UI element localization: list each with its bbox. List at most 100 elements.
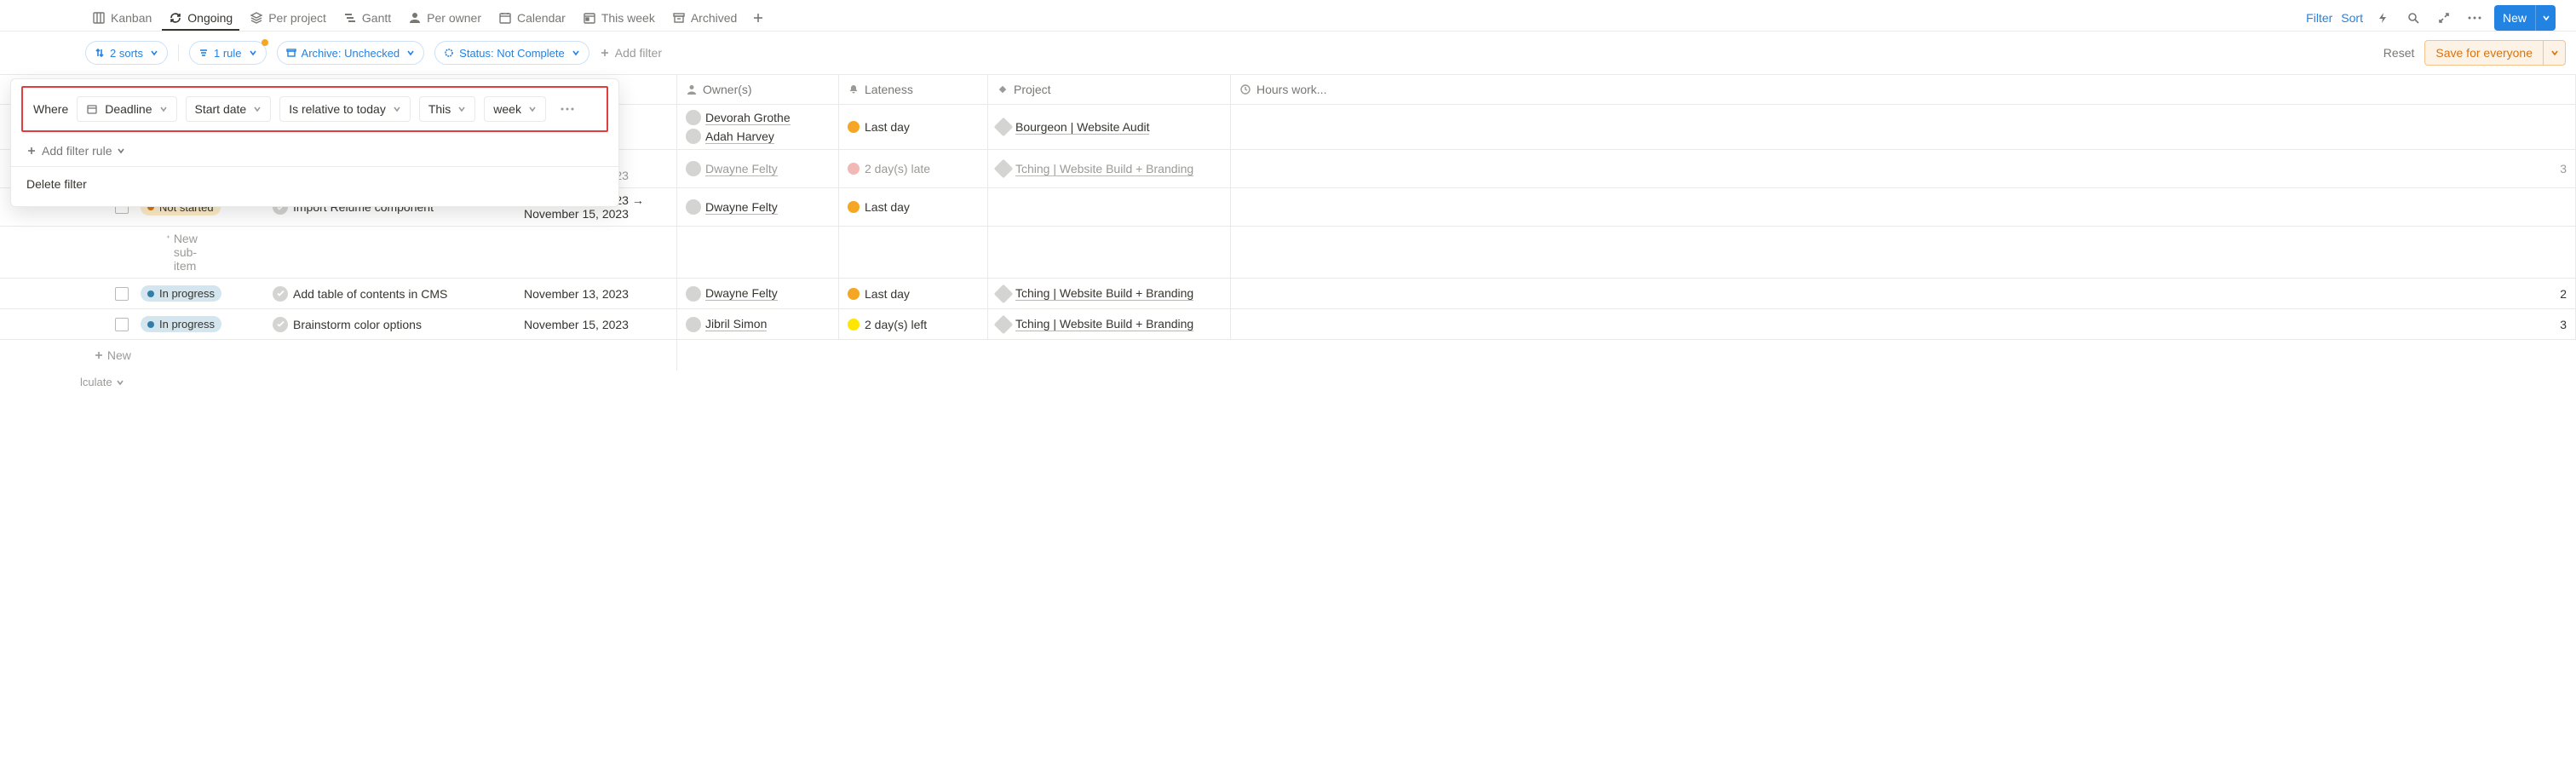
hours-cell[interactable] xyxy=(1231,105,2576,149)
view-tab-label: This week xyxy=(601,11,655,25)
more-icon[interactable] xyxy=(2464,7,2486,29)
lateness-cell[interactable]: Last day xyxy=(839,188,988,226)
lateness-cell[interactable]: 2 day(s) late xyxy=(839,150,988,187)
row-checkbox[interactable] xyxy=(115,287,129,301)
owner-cell[interactable]: Dwayne Felty xyxy=(677,188,839,226)
sort-link[interactable]: Sort xyxy=(2341,11,2363,25)
owner-name: Dwayne Felty xyxy=(705,286,778,301)
filter-field-select[interactable]: Deadline xyxy=(77,96,176,122)
project-cell[interactable]: Bourgeon | Website Audit xyxy=(988,105,1231,149)
new-sub-item-row[interactable]: New sub-item xyxy=(0,227,2576,279)
view-tab-per-owner[interactable]: Per owner xyxy=(401,6,488,30)
view-tab-this-week[interactable]: This week xyxy=(576,6,662,30)
footer-calculate[interactable]: lculate xyxy=(0,371,2576,394)
lateness-cell[interactable]: Last day xyxy=(839,279,988,308)
archive-pill[interactable]: Archive: Unchecked xyxy=(277,41,425,65)
rule-pill[interactable]: 1 rule xyxy=(189,41,267,65)
table-row[interactable]: In progress Brainstorm color options Nov… xyxy=(0,309,2576,340)
search-icon[interactable] xyxy=(2402,7,2424,29)
hours-cell[interactable] xyxy=(1231,188,2576,226)
project-chip[interactable]: Bourgeon | Website Audit xyxy=(997,120,1149,135)
status-pill[interactable]: Status: Not Complete xyxy=(434,41,589,65)
hours-cell[interactable]: 3 xyxy=(1231,309,2576,339)
owner-cell[interactable]: Devorah Grothe Adah Harvey xyxy=(677,105,839,149)
status-label: Status: Not Complete xyxy=(459,47,565,60)
owner-chip[interactable]: Dwayne Felty xyxy=(686,161,778,176)
hours-cell[interactable]: 3 xyxy=(1231,150,2576,187)
chevron-down-icon xyxy=(393,105,401,113)
owner-cell[interactable]: Jibril Simon xyxy=(677,309,839,339)
project-cell[interactable] xyxy=(988,188,1231,226)
view-tab-per-project[interactable]: Per project xyxy=(243,6,333,30)
sorts-pill[interactable]: 2 sorts xyxy=(85,41,168,65)
filter-value2-label: week xyxy=(493,102,521,116)
filter-subfield-select[interactable]: Start date xyxy=(186,96,272,122)
row-checkbox[interactable] xyxy=(115,318,129,331)
view-tab-calendar[interactable]: Calendar xyxy=(492,6,572,30)
owner-cell[interactable]: Dwayne Felty xyxy=(677,279,839,308)
deadline-cell[interactable]: November 15, 2023 xyxy=(524,318,668,331)
where-label: Where xyxy=(33,102,68,116)
lateness-cell[interactable]: 2 day(s) left xyxy=(839,309,988,339)
task-title[interactable]: Brainstorm color options xyxy=(293,318,422,331)
task-title[interactable]: Add table of contents in CMS xyxy=(293,287,447,301)
project-cell[interactable]: Tching | Website Build + Branding xyxy=(988,279,1231,308)
status-tag[interactable]: In progress xyxy=(141,285,221,302)
header-label: Project xyxy=(1014,83,1051,96)
header-lateness[interactable]: Lateness xyxy=(839,75,988,104)
filter-rule-more-button[interactable] xyxy=(555,96,580,122)
owner-chip[interactable]: Devorah Grothe xyxy=(686,110,791,125)
lateness-text: 2 day(s) late xyxy=(865,162,930,175)
owner-cell[interactable]: Dwayne Felty xyxy=(677,150,839,187)
deadline-cell[interactable]: November 13, 2023 xyxy=(524,287,668,301)
filter-operator-select[interactable]: Is relative to today xyxy=(279,96,411,122)
view-tab-gantt[interactable]: Gantt xyxy=(336,6,398,30)
view-tab-archived[interactable]: Archived xyxy=(665,6,744,30)
owner-chip[interactable]: Jibril Simon xyxy=(686,317,767,332)
filter-value1-select[interactable]: This xyxy=(419,96,475,122)
new-button[interactable]: New xyxy=(2494,5,2556,31)
project-chip[interactable]: Tching | Website Build + Branding xyxy=(997,162,1193,176)
add-view-button[interactable] xyxy=(747,7,769,29)
filter-link[interactable]: Filter xyxy=(2306,11,2332,25)
header-project[interactable]: Project xyxy=(988,75,1231,104)
lightning-icon[interactable] xyxy=(2372,7,2394,29)
reset-button[interactable]: Reset xyxy=(2383,46,2415,60)
save-dropdown[interactable] xyxy=(2543,41,2565,65)
table-row[interactable]: In progress Add table of contents in CMS… xyxy=(0,279,2576,309)
owner-chip[interactable]: Dwayne Felty xyxy=(686,286,778,302)
filter-value2-select[interactable]: week xyxy=(484,96,546,122)
project-cell[interactable]: Tching | Website Build + Branding xyxy=(988,150,1231,187)
lateness-dot-icon xyxy=(848,288,860,300)
project-cell[interactable]: Tching | Website Build + Branding xyxy=(988,309,1231,339)
new-row[interactable]: New xyxy=(0,340,2576,371)
expand-icon[interactable] xyxy=(2433,7,2455,29)
status-label: In progress xyxy=(159,318,215,331)
owner-chip[interactable]: Dwayne Felty xyxy=(686,199,778,215)
status-tag[interactable]: In progress xyxy=(141,316,221,332)
new-sub-item-label: New sub-item xyxy=(174,232,204,273)
task-check-icon xyxy=(273,317,288,332)
avatar-icon xyxy=(686,286,701,302)
person-icon xyxy=(686,83,698,95)
filter-rule-row: Where Deadline Start date Is relative to… xyxy=(21,86,608,132)
sort-icon xyxy=(95,48,105,58)
project-chip[interactable]: Tching | Website Build + Branding xyxy=(997,286,1193,301)
owner-chip[interactable]: Adah Harvey xyxy=(686,129,774,144)
add-filter-rule-button[interactable]: Add filter rule xyxy=(25,139,605,166)
new-button-dropdown[interactable] xyxy=(2535,5,2556,31)
delete-filter-button[interactable]: Delete filter xyxy=(25,167,605,193)
save-for-everyone-button[interactable]: Save for everyone xyxy=(2424,40,2566,66)
lateness-cell[interactable]: Last day xyxy=(839,105,988,149)
header-label: Hours work... xyxy=(1256,83,1326,96)
hours-cell[interactable]: 2 xyxy=(1231,279,2576,308)
filter-operator-label: Is relative to today xyxy=(289,102,386,116)
view-tab-ongoing[interactable]: Ongoing xyxy=(162,6,239,30)
header-owner[interactable]: Owner(s) xyxy=(677,75,839,104)
stack-icon xyxy=(250,11,263,25)
header-hours[interactable]: Hours work... xyxy=(1231,75,2576,104)
project-chip[interactable]: Tching | Website Build + Branding xyxy=(997,317,1193,331)
add-filter-button[interactable]: Add filter xyxy=(600,46,662,60)
board-icon xyxy=(92,11,106,25)
view-tab-kanban[interactable]: Kanban xyxy=(85,6,158,30)
